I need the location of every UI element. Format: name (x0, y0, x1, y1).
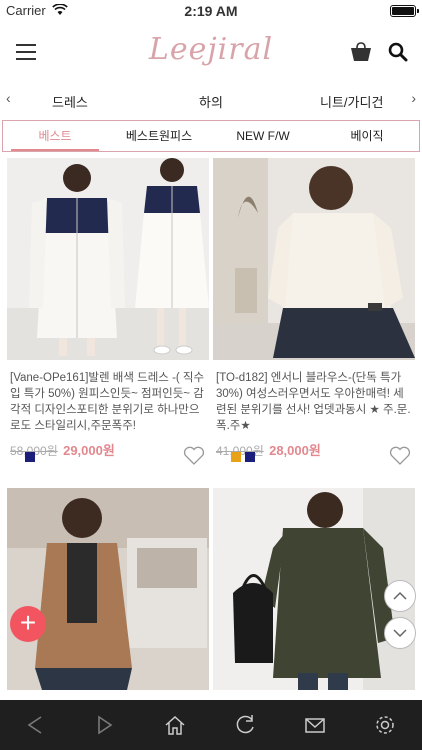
chevron-right-icon[interactable]: › (411, 90, 416, 106)
color-swatches (231, 452, 255, 462)
heart-icon[interactable] (183, 446, 205, 466)
settings-icon[interactable] (374, 714, 396, 736)
color-swatches (25, 452, 35, 462)
status-bar: Carrier 2:19 AM (0, 0, 422, 22)
tab-best-onepiece[interactable]: 베스트원피스 (107, 121, 211, 151)
scroll-down-button[interactable] (384, 617, 416, 649)
category-nav: ‹ 드레스 하의 니트/가디건 › (0, 84, 422, 116)
cart-icon[interactable] (350, 42, 372, 62)
color-swatch (245, 452, 255, 462)
home-icon[interactable] (164, 714, 186, 736)
search-icon[interactable] (388, 42, 408, 62)
product-image[interactable] (7, 158, 209, 360)
tab-best[interactable]: 베스트 (3, 121, 107, 151)
product-card[interactable] (7, 488, 209, 700)
forward-icon[interactable] (94, 714, 116, 736)
mail-icon[interactable] (304, 714, 326, 736)
product-prices: 58,000원 29,000원 (7, 440, 209, 459)
chevron-up-icon (393, 591, 407, 600)
status-time: 2:19 AM (184, 3, 238, 19)
product-card[interactable]: [TO-d182] 엔서니 블라우스-(단독 특가 30%) 여성스러우면서도 … (213, 158, 415, 478)
sale-price: 29,000원 (63, 443, 115, 458)
tab-new-fw[interactable]: NEW F/W (211, 121, 315, 151)
refresh-icon[interactable] (234, 714, 256, 736)
sale-price: 28,000원 (269, 443, 321, 458)
chevron-left-icon[interactable]: ‹ (6, 90, 11, 106)
app-header: Leejiral (0, 22, 422, 84)
product-image[interactable] (7, 488, 209, 690)
bottom-toolbar (0, 700, 422, 750)
battery-icon (390, 5, 419, 17)
product-title[interactable]: [Vane-OPe161]발렌 배색 드레스 -( 직수입 특가 50%) 원피… (7, 370, 209, 434)
plus-icon: + (19, 607, 37, 638)
color-swatch (231, 452, 241, 462)
category-item-dress[interactable]: 드레스 (52, 92, 88, 111)
tab-basic[interactable]: 베이직 (315, 121, 419, 151)
scroll-up-button[interactable] (384, 580, 416, 612)
product-grid: [Vane-OPe161]발렌 배색 드레스 -( 직수입 특가 50%) 원피… (0, 158, 422, 700)
add-button[interactable]: + (10, 606, 46, 642)
product-image[interactable] (213, 158, 415, 360)
chevron-down-icon (393, 629, 407, 638)
category-item-knit[interactable]: 니트/가디건 (320, 92, 383, 111)
color-swatch (25, 452, 35, 462)
heart-icon[interactable] (389, 446, 411, 466)
product-title[interactable]: [TO-d182] 엔서니 블라우스-(단독 특가 30%) 여성스러우면서도 … (213, 370, 415, 434)
category-item-bottoms[interactable]: 하의 (199, 92, 223, 111)
product-card[interactable]: [Vane-OPe161]발렌 배색 드레스 -( 직수입 특가 50%) 원피… (7, 158, 209, 478)
back-icon[interactable] (24, 714, 46, 736)
tab-bar: 베스트 베스트원피스 NEW F/W 베이직 (2, 120, 420, 152)
